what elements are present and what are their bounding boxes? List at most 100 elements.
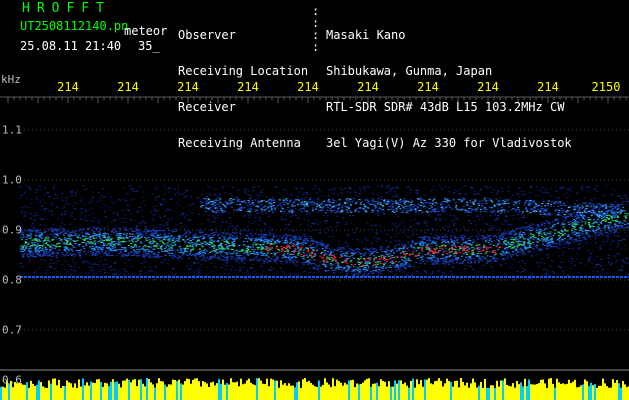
signal-pixel: [578, 213, 581, 215]
signal-pixel: [403, 260, 406, 262]
signal-pixel: [30, 229, 33, 231]
noise-pixel: [403, 271, 406, 273]
signal-pixel: [208, 259, 211, 261]
noise-pixel: [456, 190, 459, 192]
signal-pixel: [157, 247, 160, 249]
signal-pixel: [232, 243, 235, 245]
noise-pixel: [168, 188, 171, 190]
signal-pixel: [374, 261, 377, 263]
noise-pixel: [477, 271, 480, 273]
noise-pixel: [227, 264, 230, 266]
noise-pixel: [232, 231, 235, 233]
noise-pixel: [336, 215, 339, 217]
noise-pixel: [567, 248, 570, 250]
noise-pixel: [92, 186, 95, 188]
noise-pixel: [268, 215, 271, 217]
noise-pixel: [541, 250, 544, 252]
noise-pixel: [164, 232, 167, 234]
noise-pixel: [452, 192, 455, 194]
signal-pixel: [472, 239, 475, 241]
signal-pixel: [446, 253, 449, 255]
noise-pixel: [44, 194, 47, 196]
signal-pixel: [598, 208, 601, 210]
signal-pixel: [616, 226, 619, 228]
signal-pixel: [563, 238, 566, 240]
noise-pixel: [216, 216, 219, 218]
signal-pixel: [73, 230, 76, 232]
signal-pixel: [581, 233, 584, 235]
noise-pixel: [456, 277, 459, 279]
signal-pixel: [313, 255, 316, 257]
noise-pixel: [594, 238, 597, 240]
signal-pixel: [226, 242, 229, 244]
noise-pixel: [152, 193, 155, 195]
noise-pixel: [436, 212, 439, 214]
noise-pixel: [545, 254, 548, 256]
signal-pixel: [62, 243, 65, 245]
noise-pixel: [112, 273, 115, 275]
signal-pixel: [171, 250, 174, 252]
signal-pixel: [622, 227, 625, 229]
noise-pixel: [82, 185, 85, 187]
signal-pixel: [44, 237, 47, 239]
noise-pixel: [447, 191, 450, 193]
noise-pixel: [150, 210, 153, 212]
noise-pixel: [453, 256, 456, 258]
noise-pixel: [174, 273, 177, 275]
noise-pixel: [589, 255, 592, 257]
noise-pixel: [66, 271, 69, 273]
signal-pixel: [311, 257, 314, 259]
noise-pixel: [183, 234, 186, 236]
signal-pixel: [455, 253, 458, 255]
signal-pixel: [527, 238, 530, 240]
signal-pixel: [27, 242, 30, 244]
signal-pixel: [502, 252, 505, 254]
noise-pixel: [164, 188, 167, 190]
signal-pixel: [73, 253, 76, 255]
signal-pixel: [389, 255, 392, 257]
signal-pixel: [283, 251, 286, 253]
signal-pixel: [44, 240, 47, 242]
noise-pixel: [237, 189, 240, 191]
noise-pixel: [379, 210, 382, 212]
signal-pixel: [332, 249, 335, 251]
noise-pixel: [131, 189, 134, 191]
noise-pixel: [227, 259, 230, 261]
signal-pixel: [74, 233, 77, 235]
noise-pixel: [544, 279, 547, 281]
noise-pixel: [336, 225, 339, 227]
noise-pixel: [128, 189, 131, 191]
noise-pixel: [140, 262, 143, 264]
noise-pixel: [359, 190, 362, 192]
noise-pixel: [228, 251, 231, 253]
signal-pixel: [496, 258, 499, 260]
noise-pixel: [201, 223, 204, 225]
signal-pixel: [312, 247, 315, 249]
noise-pixel: [206, 185, 209, 187]
signal-pixel: [125, 234, 128, 236]
noise-pixel: [557, 197, 560, 199]
signal-pixel: [63, 249, 66, 251]
noise-pixel: [609, 232, 612, 234]
noise-pixel: [207, 219, 210, 221]
noise-pixel: [220, 219, 223, 221]
noise-pixel: [143, 258, 146, 260]
noise-pixel: [561, 270, 564, 272]
signal-pixel: [484, 252, 487, 254]
signal-pixel: [491, 251, 494, 253]
noise-pixel: [297, 274, 300, 276]
noise-pixel: [490, 266, 493, 268]
noise-pixel: [125, 271, 128, 273]
signal-pixel: [488, 251, 491, 253]
noise-pixel: [201, 259, 204, 261]
noise-pixel: [587, 243, 590, 245]
noise-pixel: [317, 270, 320, 272]
noise-pixel: [309, 271, 312, 273]
signal-pixel: [618, 222, 621, 224]
signal-pixel: [199, 232, 202, 234]
signal-pixel: [276, 251, 279, 253]
signal-pixel: [482, 248, 485, 250]
noise-pixel: [90, 207, 93, 209]
noise-pixel: [163, 201, 166, 203]
noise-pixel: [356, 200, 359, 202]
